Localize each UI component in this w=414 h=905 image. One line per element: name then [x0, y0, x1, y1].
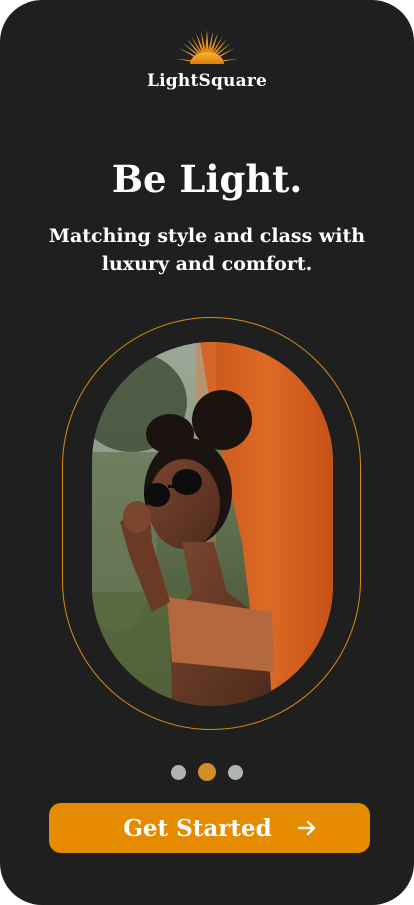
carousel-dot-2-active[interactable]	[198, 763, 216, 781]
hero-photo	[92, 342, 333, 706]
brand-name: LightSquare	[146, 71, 268, 91]
onboarding-screen: LightSquare Be Light. Matching style and…	[0, 0, 414, 905]
get-started-label: Get Started	[123, 814, 272, 842]
carousel-indicator	[0, 763, 414, 781]
carousel-dot-1[interactable]	[171, 764, 186, 780]
sunburst-icon	[176, 30, 238, 66]
subtitle: Matching style and class with luxury and…	[48, 225, 366, 275]
headline: Be Light.	[111, 157, 303, 201]
arrow-right-icon	[297, 820, 316, 836]
get-started-button[interactable]: Get Started	[49, 803, 370, 853]
carousel-dot-3[interactable]	[228, 764, 243, 780]
brand-logo: LightSquare	[0, 26, 414, 91]
